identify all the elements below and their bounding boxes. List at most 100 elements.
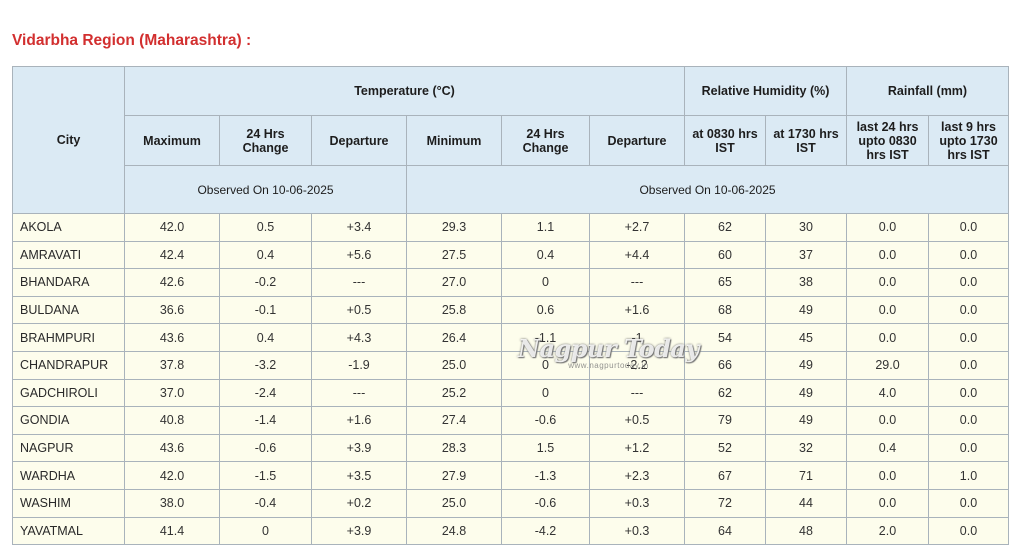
observed-date-max: Observed On 10-06-2025 xyxy=(124,165,407,214)
cell-min-change: -4.2 xyxy=(501,516,590,546)
cell-max: 41.4 xyxy=(124,516,220,546)
col-header-rain-9: last 9 hrs upto 1730 hrs IST xyxy=(928,115,1009,166)
cell-rh-0830: 52 xyxy=(684,433,766,463)
col-header-min-departure: Departure xyxy=(589,115,685,166)
cell-min-change: 0 xyxy=(501,378,590,408)
cell-min: 28.3 xyxy=(406,433,502,463)
cell-min: 27.5 xyxy=(406,240,502,270)
col-header-rh-1730: at 1730 hrs IST xyxy=(765,115,847,166)
cell-city: BHANDARA xyxy=(12,268,125,297)
cell-rh-1730: 49 xyxy=(765,350,847,380)
table-row: NAGPUR 43.6 -0.6 +3.9 28.3 1.5 +1.2 52 32 0.4 0.0 xyxy=(12,433,1009,463)
cell-rain-9: 0.0 xyxy=(928,406,1009,435)
cell-min-change: -1.1 xyxy=(501,323,590,352)
cell-min-change: 0 xyxy=(501,350,590,380)
cell-max: 43.6 xyxy=(124,433,220,463)
table-row: BULDANA 36.6 -0.1 +0.5 25.8 0.6 +1.6 68 49 0.0 0.0 xyxy=(12,295,1009,325)
cell-rain-24: 0.4 xyxy=(846,433,929,463)
cell-min-departure: -1 xyxy=(589,323,685,352)
cell-max: 42.0 xyxy=(124,461,220,490)
col-header-rh-0830: at 0830 hrs IST xyxy=(684,115,766,166)
cell-max-departure: --- xyxy=(311,268,407,297)
cell-min: 26.4 xyxy=(406,323,502,352)
cell-rain-24: 2.0 xyxy=(846,516,929,546)
cell-rh-1730: 37 xyxy=(765,240,847,270)
cell-rain-24: 0.0 xyxy=(846,323,929,352)
table-row: AMRAVATI 42.4 0.4 +5.6 27.5 0.4 +4.4 60 37 0.0 0.0 xyxy=(12,240,1009,270)
col-header-city: City xyxy=(12,66,125,214)
cell-min-departure: --- xyxy=(589,378,685,408)
cell-rh-1730: 71 xyxy=(765,461,847,490)
cell-min-departure: +1.6 xyxy=(589,295,685,325)
cell-max-departure: +3.5 xyxy=(311,461,407,490)
cell-city: CHANDRAPUR xyxy=(12,350,125,380)
cell-min: 27.0 xyxy=(406,268,502,297)
cell-max-departure: +4.3 xyxy=(311,323,407,352)
cell-min-change: 0 xyxy=(501,268,590,297)
cell-max: 40.8 xyxy=(124,406,220,435)
col-group-temperature: Temperature (°C) xyxy=(124,66,685,116)
cell-max-change: -0.2 xyxy=(219,268,312,297)
weather-table: City Temperature (°C) Relative Humidity … xyxy=(12,66,1009,546)
cell-rh-1730: 44 xyxy=(765,488,847,518)
cell-rain-9: 0.0 xyxy=(928,516,1009,546)
cell-rh-0830: 72 xyxy=(684,488,766,518)
cell-rain-9: 0.0 xyxy=(928,213,1009,242)
table-body: AKOLA 42.0 0.5 +3.4 29.3 1.1 +2.7 62 30 0.0 0.0 AMR… xyxy=(12,213,1009,546)
cell-min-change: 1.1 xyxy=(501,213,590,242)
table-row: CHANDRAPUR 37.8 -3.2 -1.9 25.0 0 -2.2 66 49 29.0 0… xyxy=(12,350,1009,380)
cell-city: AKOLA xyxy=(12,213,125,242)
cell-min-change: -0.6 xyxy=(501,406,590,435)
cell-city: NAGPUR xyxy=(12,433,125,463)
cell-min-change: 0.4 xyxy=(501,240,590,270)
cell-min-change: 0.6 xyxy=(501,295,590,325)
cell-min: 25.2 xyxy=(406,378,502,408)
cell-rain-9: 0.0 xyxy=(928,350,1009,380)
cell-max-departure: +0.5 xyxy=(311,295,407,325)
cell-rh-0830: 65 xyxy=(684,268,766,297)
cell-rain-9: 0.0 xyxy=(928,323,1009,352)
cell-min-departure: -2.2 xyxy=(589,350,685,380)
cell-city: AMRAVATI xyxy=(12,240,125,270)
cell-max-change: -1.5 xyxy=(219,461,312,490)
cell-city: GADCHIROLI xyxy=(12,378,125,408)
cell-city: GONDIA xyxy=(12,406,125,435)
cell-max-change: -0.6 xyxy=(219,433,312,463)
cell-max-departure: --- xyxy=(311,378,407,408)
cell-rh-0830: 64 xyxy=(684,516,766,546)
cell-city: BRAHMPURI xyxy=(12,323,125,352)
col-header-max-change: 24 Hrs Change xyxy=(219,115,312,166)
cell-max-change: 0.4 xyxy=(219,240,312,270)
cell-max-change: -1.4 xyxy=(219,406,312,435)
cell-rh-1730: 38 xyxy=(765,268,847,297)
cell-max-departure: +5.6 xyxy=(311,240,407,270)
header-row-observed: Observed On 10-06-2025 Observed On 10-06… xyxy=(13,165,1009,214)
cell-max: 37.0 xyxy=(124,378,220,408)
cell-max: 36.6 xyxy=(124,295,220,325)
cell-rh-1730: 49 xyxy=(765,295,847,325)
cell-max-change: 0.5 xyxy=(219,213,312,242)
cell-max-departure: +3.9 xyxy=(311,516,407,546)
cell-rh-0830: 62 xyxy=(684,213,766,242)
cell-max-departure: +3.4 xyxy=(311,213,407,242)
cell-max-change: 0 xyxy=(219,516,312,546)
cell-rh-1730: 49 xyxy=(765,378,847,408)
col-header-maximum: Maximum xyxy=(124,115,220,166)
cell-min: 27.9 xyxy=(406,461,502,490)
cell-min-departure: +2.7 xyxy=(589,213,685,242)
cell-min-departure: +0.3 xyxy=(589,488,685,518)
cell-rh-0830: 60 xyxy=(684,240,766,270)
cell-rain-24: 0.0 xyxy=(846,295,929,325)
cell-rain-9: 0.0 xyxy=(928,240,1009,270)
cell-min: 27.4 xyxy=(406,406,502,435)
cell-max-change: -3.2 xyxy=(219,350,312,380)
table-row: WASHIM 38.0 -0.4 +0.2 25.0 -0.6 +0.3 72 44 0.0 0.0 xyxy=(12,488,1009,518)
cell-rh-1730: 45 xyxy=(765,323,847,352)
cell-rain-9: 0.0 xyxy=(928,433,1009,463)
cell-city: WARDHA xyxy=(12,461,125,490)
cell-min-departure: --- xyxy=(589,268,685,297)
cell-min-change: 1.5 xyxy=(501,433,590,463)
cell-rh-0830: 79 xyxy=(684,406,766,435)
cell-city: WASHIM xyxy=(12,488,125,518)
table-row: AKOLA 42.0 0.5 +3.4 29.3 1.1 +2.7 62 30 0.0 0.0 xyxy=(12,213,1009,242)
